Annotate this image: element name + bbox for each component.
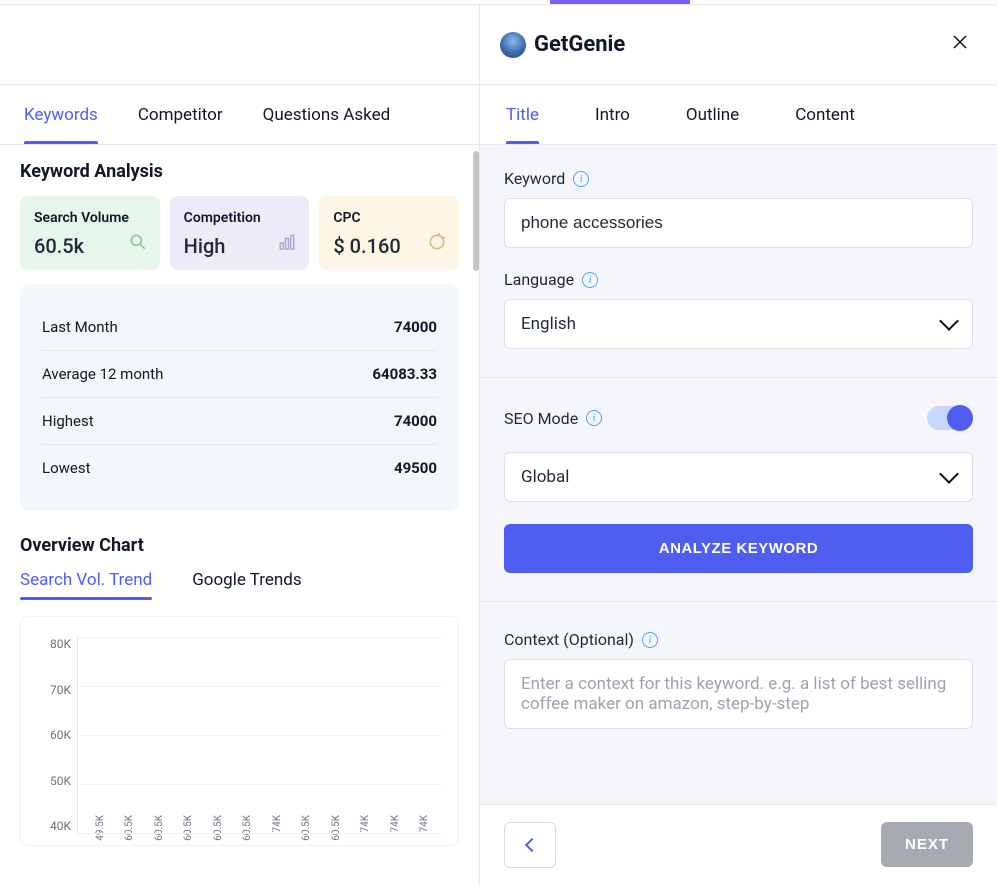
right-tabs: Title Intro Outline Content: [480, 85, 997, 145]
stat-row-last-month: Last Month74000: [42, 304, 437, 351]
tab-title[interactable]: Title: [506, 87, 539, 143]
target-icon: [427, 232, 447, 256]
search-icon: [128, 232, 148, 256]
chevron-left-icon: [524, 837, 538, 851]
left-tabs: Keywords Competitor Questions Asked: [0, 85, 479, 145]
right-panel: GetGenie Title Intro Outline Content Key…: [480, 5, 997, 884]
stats-box: Last Month74000 Average 12 month64083.33…: [20, 284, 459, 511]
context-textarea[interactable]: Enter a context for this keyword. e.g. a…: [504, 659, 973, 729]
chevron-down-icon: [939, 311, 959, 331]
brand-name: GetGenie: [534, 32, 625, 57]
language-select[interactable]: English: [504, 299, 973, 349]
back-button[interactable]: [504, 822, 556, 868]
tab-competitor[interactable]: Competitor: [138, 87, 223, 143]
close-button[interactable]: [943, 28, 977, 61]
tab-keywords[interactable]: Keywords: [24, 87, 98, 143]
seo-mode-toggle[interactable]: [927, 406, 973, 430]
tab-intro[interactable]: Intro: [595, 87, 630, 143]
context-label: Context (Optional) i: [504, 630, 973, 649]
stat-row-highest: Highest74000: [42, 398, 437, 445]
footer: NEXT: [480, 804, 997, 884]
region-select[interactable]: Global: [504, 452, 973, 502]
subtab-search-vol-trend[interactable]: Search Vol. Trend: [20, 570, 152, 600]
metric-row: Search Volume 60.5k Competition High CPC…: [20, 196, 459, 270]
seo-mode-label: SEO Mode i: [504, 409, 602, 428]
language-label: Language i: [504, 270, 973, 289]
brand-logo-icon: [500, 32, 526, 58]
tab-content[interactable]: Content: [795, 87, 855, 143]
chevron-down-icon: [939, 464, 959, 484]
section-title-keyword-analysis: Keyword Analysis: [20, 161, 459, 182]
left-panel: Keywords Competitor Questions Asked Keyw…: [0, 5, 480, 884]
chart-subtabs: Search Vol. Trend Google Trends: [20, 570, 459, 600]
info-icon[interactable]: i: [573, 171, 589, 187]
section-title-overview-chart: Overview Chart: [20, 535, 459, 556]
info-icon[interactable]: i: [586, 410, 602, 426]
overview-chart: 80K70K60K50K40K 49.5K60.5K60.5K60.5K60.5…: [20, 616, 459, 846]
tab-outline[interactable]: Outline: [686, 87, 739, 143]
next-button[interactable]: NEXT: [881, 822, 973, 867]
bars-icon: [277, 234, 297, 256]
brand: GetGenie: [500, 32, 625, 58]
scrollbar-thumb[interactable]: [473, 151, 479, 271]
keyword-input[interactable]: [504, 198, 973, 248]
tab-questions-asked[interactable]: Questions Asked: [263, 87, 391, 143]
stat-row-average-12: Average 12 month64083.33: [42, 351, 437, 398]
analyze-keyword-button[interactable]: ANALYZE KEYWORD: [504, 524, 973, 573]
info-icon[interactable]: i: [642, 632, 658, 648]
metric-search-volume: Search Volume 60.5k: [20, 196, 160, 270]
info-icon[interactable]: i: [582, 272, 598, 288]
subtab-google-trends[interactable]: Google Trends: [192, 570, 301, 600]
metric-competition: Competition High: [170, 196, 310, 270]
keyword-label: Keyword i: [504, 169, 973, 188]
metric-cpc: CPC $ 0.160: [319, 196, 459, 270]
stat-row-lowest: Lowest49500: [42, 445, 437, 491]
